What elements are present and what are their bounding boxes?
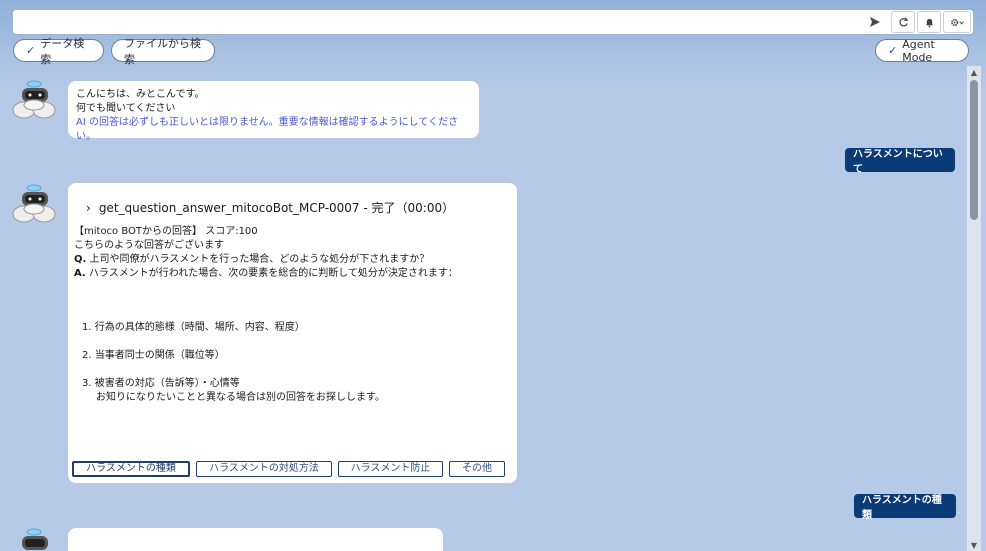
answer-text: ハラスメントが行われた場合、次の要素を総合的に判断して処分が決定されます：: [85, 268, 458, 279]
answer-answer: A. ハラスメントが行われた場合、次の要素を総合的に判断して処分が決定されます：: [74, 267, 511, 281]
chat-input[interactable]: [13, 10, 863, 34]
data-search-toggle[interactable]: ✓ データ検索: [13, 37, 104, 66]
file-search-toggle[interactable]: ファイルから検索: [111, 37, 215, 66]
suggestion-button-harassment-response[interactable]: ハラスメントの対処方法: [196, 461, 332, 477]
question-text: 上司や同僚がハラスメントを行った場合、どのような処分が下されますか？: [86, 254, 430, 265]
greeting-message: こんにちは、みとこんです。 何でも聞いてください AI の回答は必ずしも正しいと…: [68, 81, 479, 142]
chat-scrollbar[interactable]: ▲ ▼: [967, 66, 981, 551]
loading-message: [68, 528, 443, 551]
bot-avatar-icon: [12, 80, 60, 120]
list-item: 3. 被害者の対応（告訴等）・心情等: [82, 378, 240, 389]
ai-disclaimer: AI の回答は必ずしも正しいとは限りません。重要な情報は確認するようにしてくださ…: [76, 117, 459, 142]
answer-question: Q. 上司や同僚がハラスメントを行った場合、どのような処分が下されますか？: [74, 253, 511, 267]
chat-input-bar: [12, 9, 974, 35]
data-search-label: データ検索: [40, 36, 85, 66]
greeting-line: こんにちは、みとこんです。: [76, 89, 205, 100]
greeting-line: 何でも聞いてください: [76, 103, 176, 114]
suggestion-button-other[interactable]: その他: [449, 461, 505, 477]
check-icon: ✓: [26, 44, 36, 57]
agent-mode-toggle[interactable]: ✓ Agent Mode: [875, 37, 969, 64]
gear-icon[interactable]: [943, 11, 971, 33]
bot-avatar-icon: [12, 184, 60, 224]
send-icon[interactable]: [863, 10, 887, 34]
list-item: 2. 当事者同士の関係（職位等）: [82, 350, 225, 361]
refresh-icon[interactable]: [891, 11, 915, 33]
answer-message: › get_question_answer_mitocoBot_MCP-0007…: [68, 183, 517, 483]
scroll-up-icon[interactable]: ▲: [967, 66, 981, 78]
check-icon: ✓: [888, 44, 898, 57]
file-search-label: ファイルから検索: [124, 36, 201, 66]
answer-intro: こちらのような回答がございます: [74, 240, 224, 251]
scroll-down-icon[interactable]: ▼: [967, 539, 981, 551]
answer-source: 【mitoco BOTからの回答】 スコア:100: [74, 226, 258, 237]
q-label: Q.: [74, 254, 87, 265]
list-item: 1. 行為の具体的態様（時間、場所、内容、程度）: [82, 322, 305, 333]
bot-avatar-icon: [12, 528, 60, 551]
user-message: ハラスメントの種類: [854, 494, 956, 521]
suggestion-button-harassment-prevention[interactable]: ハラスメント防止: [338, 461, 443, 477]
scroll-thumb[interactable]: [970, 80, 978, 220]
answer-footer: お知りになりたいことと異なる場合は別の回答をお探しします。: [96, 392, 385, 403]
suggestion-buttons: ハラスメントの種類 ハラスメントの対処方法 ハラスメント防止 その他: [72, 461, 505, 477]
tool-call-label: get_question_answer_mitocoBot_MCP-0007 -…: [98, 201, 455, 215]
suggestion-button-harassment-types[interactable]: ハラスメントの種類: [72, 461, 190, 477]
user-message-text: ハラスメントについて: [853, 149, 943, 175]
a-label: A.: [74, 268, 86, 279]
user-message-text: ハラスメントの種類: [862, 495, 942, 521]
agent-mode-label: Agent Mode: [902, 37, 935, 64]
user-message: ハラスメントについて: [845, 148, 955, 175]
bell-icon[interactable]: [917, 11, 941, 33]
tool-call-header[interactable]: › get_question_answer_mitocoBot_MCP-0007…: [74, 201, 511, 215]
chevron-right-icon: ›: [86, 201, 91, 215]
